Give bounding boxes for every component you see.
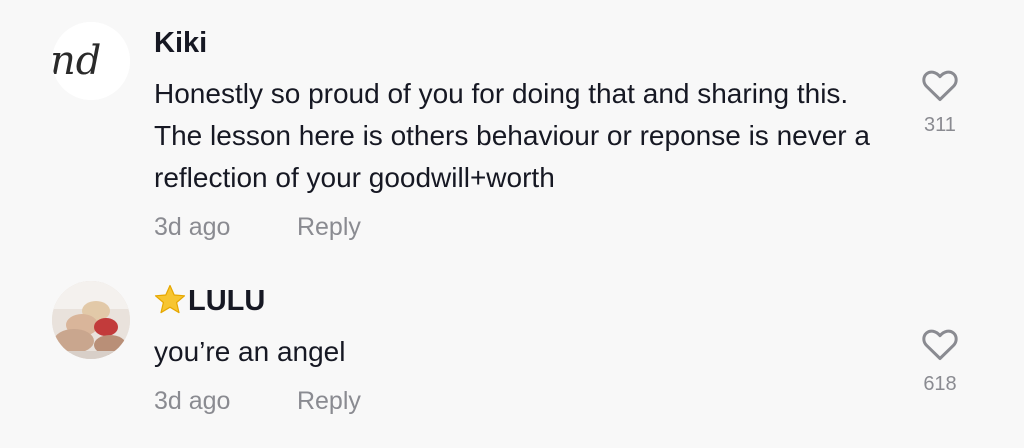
comment-timestamp: 3d ago xyxy=(154,387,231,415)
comment-text: Honestly so proud of you for doing that … xyxy=(154,78,870,193)
like-count: 618 xyxy=(923,373,957,395)
comment-timestamp: 3d ago xyxy=(154,213,231,241)
avatar-image xyxy=(52,281,130,359)
reply-button[interactable]: Reply xyxy=(297,213,361,242)
comment-meta: 3d ago Reply xyxy=(154,387,361,416)
comment-username[interactable]: Kiki xyxy=(154,27,207,60)
svg-text:nd: nd xyxy=(52,38,101,84)
star-emoji-icon xyxy=(154,284,186,324)
heart-outline-icon[interactable] xyxy=(922,70,958,102)
like-control: 618 xyxy=(904,329,976,396)
avatar[interactable] xyxy=(52,281,130,359)
comment-username[interactable]: LULU xyxy=(154,284,265,324)
avatar[interactable]: nd xyxy=(52,22,130,100)
like-count: 311 xyxy=(924,114,956,136)
like-control: 311 xyxy=(904,70,976,137)
reply-button[interactable]: Reply xyxy=(297,387,361,416)
comment-meta: 3d ago Reply xyxy=(154,213,361,242)
heart-outline-icon[interactable] xyxy=(922,329,958,361)
comment-text: you’re an angel xyxy=(154,336,346,367)
avatar-image: nd xyxy=(52,22,130,100)
comment-item: LULU you’re an angel 3d ago Reply 618 xyxy=(0,265,1024,448)
comment-item: nd Kiki Honestly so proud of you for doi… xyxy=(0,0,1024,260)
